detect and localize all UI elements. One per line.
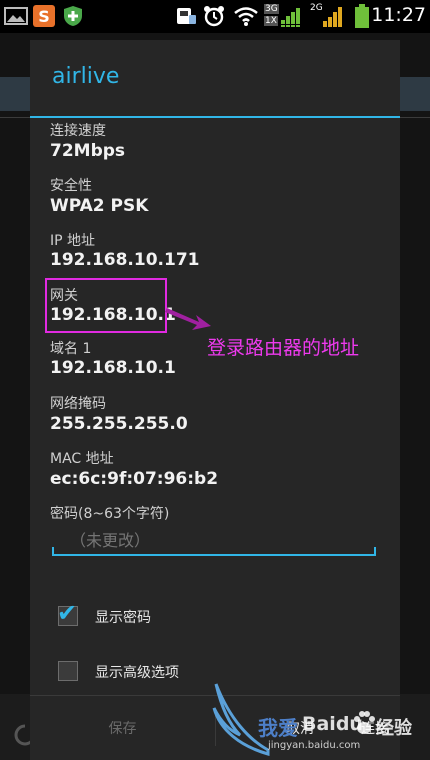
- status-time: 11:27: [371, 4, 426, 26]
- password-label: 密码(8~63个字符): [50, 506, 170, 522]
- dns-label: 域名 1: [50, 341, 92, 357]
- signal-2g-icon: 2G: [310, 3, 344, 27]
- watermark-text: 我爱: [258, 716, 298, 740]
- save-button[interactable]: 保存: [30, 696, 215, 760]
- background-tab-right: [400, 77, 430, 111]
- dns-value: 192.168.10.1: [50, 358, 176, 378]
- ip-address-label: IP 地址: [50, 233, 96, 249]
- storage-icon: [175, 5, 197, 27]
- netmask-label: 网络掩码: [50, 396, 106, 412]
- advanced-options-checkbox[interactable]: [58, 661, 78, 681]
- password-field[interactable]: [68, 530, 362, 551]
- wifi-details-dialog: airlive 连接速度 72Mbps 安全性 WPA2 PSK IP 地址 1…: [30, 40, 400, 760]
- password-underline: [52, 554, 374, 556]
- checkmark-icon: ✔: [57, 599, 78, 627]
- mac-address-value: ec:6c:9f:07:96:b2: [50, 469, 219, 489]
- baidu-paw-icon: [354, 711, 375, 734]
- netmask-value: 255.255.255.0: [50, 414, 188, 434]
- show-password-checkbox[interactable]: ✔: [57, 601, 78, 626]
- dialog-title: airlive: [52, 64, 120, 89]
- watermark-suffix: 经验: [376, 718, 412, 739]
- baidu-watermark: 我爱 Baidu 经验 jingyan.baidu.com: [210, 680, 430, 760]
- mac-address-label: MAC 地址: [50, 451, 114, 467]
- watermark-url: jingyan.baidu.com: [268, 740, 361, 751]
- show-password-label[interactable]: 显示密码: [95, 607, 151, 627]
- background-tab-left: [0, 77, 30, 111]
- status-bar: S 3G 1X 2G 11:27: [0, 0, 430, 33]
- net-3g-label: 3G: [264, 4, 279, 14]
- password-underline-tick-left: [52, 547, 54, 556]
- annotation-arrow-icon: [165, 308, 211, 330]
- ip-address-value: 192.168.10.171: [50, 250, 200, 270]
- signal-3g-icon: 3G 1X: [264, 4, 304, 27]
- net-1x-label: 1X: [264, 16, 278, 26]
- svg-text:S: S: [38, 7, 50, 26]
- battery-icon: [354, 4, 370, 28]
- link-speed-label: 连接速度: [50, 123, 106, 139]
- security-label: 安全性: [50, 178, 92, 194]
- shield-plus-icon: [62, 5, 84, 27]
- title-divider: [30, 116, 400, 118]
- image-icon: [4, 5, 28, 27]
- s-app-icon: S: [33, 5, 55, 27]
- annotation-text: 登录路由器的地址: [207, 337, 360, 359]
- password-underline-tick-right: [374, 547, 376, 556]
- wifi-icon: [233, 5, 259, 27]
- link-speed-value: 72Mbps: [50, 141, 126, 161]
- advanced-options-label[interactable]: 显示高级选项: [95, 662, 179, 682]
- net-2g-label: 2G: [310, 3, 323, 13]
- alarm-clock-icon: [202, 5, 226, 27]
- security-value: WPA2 PSK: [50, 196, 149, 216]
- annotation-highlight-box: [45, 278, 167, 333]
